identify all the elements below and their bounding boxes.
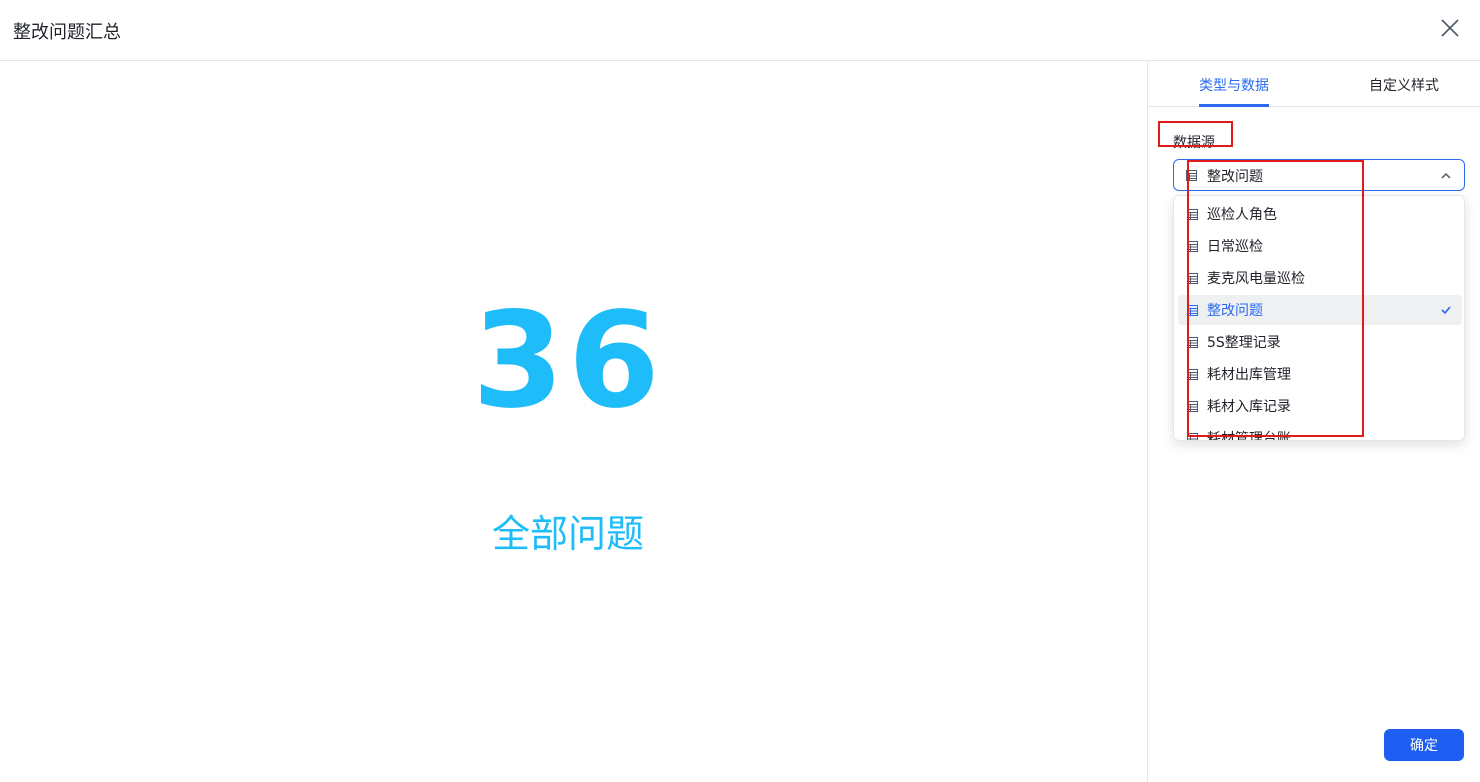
- datasource-option-label: 耗材出库管理: [1207, 367, 1291, 383]
- datasource-option[interactable]: 麦克风电量巡检: [1178, 263, 1462, 293]
- table-icon: [1187, 273, 1198, 284]
- chart-preview: 36 全部问题: [0, 61, 1147, 782]
- metric-caption: 全部问题: [491, 512, 644, 556]
- datasource-option[interactable]: 巡检人角色: [1178, 199, 1462, 229]
- datasource-dropdown: 巡检人角色 日常巡检 麦克风电量巡检 整改问题 5S整理记录 耗材出库管理 耗材…: [1173, 195, 1465, 441]
- check-icon: [1441, 306, 1451, 315]
- datasource-option-selected[interactable]: 整改问题: [1178, 295, 1462, 325]
- datasource-option-label: 麦克风电量巡检: [1207, 271, 1305, 287]
- table-icon: [1187, 337, 1198, 348]
- table-icon: [1187, 369, 1198, 380]
- table-icon: [1187, 209, 1198, 220]
- datasource-option[interactable]: 耗材管理台账: [1178, 423, 1462, 441]
- settings-tabs: 类型与数据 自定义样式: [1148, 61, 1480, 107]
- datasource-option[interactable]: 耗材出库管理: [1178, 359, 1462, 389]
- datasource-label: 数据源: [1173, 135, 1215, 151]
- datasource-option[interactable]: 日常巡检: [1178, 231, 1462, 261]
- dialog-header: 整改问题汇总: [0, 0, 1480, 61]
- datasource-option-label: 耗材入库记录: [1207, 399, 1291, 415]
- active-tab-indicator: [1199, 104, 1269, 107]
- metric-value: 36: [472, 284, 664, 438]
- datasource-option-label: 整改问题: [1207, 303, 1263, 319]
- datasource-option[interactable]: 5S整理记录: [1178, 327, 1462, 357]
- confirm-button[interactable]: 确定: [1384, 729, 1464, 761]
- datasource-option-label: 巡检人角色: [1207, 207, 1277, 223]
- datasource-option-label: 日常巡检: [1207, 239, 1263, 255]
- close-button[interactable]: [1438, 16, 1462, 40]
- datasource-option[interactable]: 耗材入库记录: [1178, 391, 1462, 421]
- table-icon: [1187, 241, 1198, 252]
- table-icon: [1186, 170, 1197, 181]
- table-icon: [1187, 433, 1198, 440]
- table-icon: [1187, 305, 1198, 316]
- chevron-up-icon: [1441, 172, 1451, 179]
- settings-panel: 类型与数据 自定义样式 数据源 整改问题 巡检人角色 日常巡检 麦克风电量巡检: [1147, 61, 1480, 782]
- tab-type-and-data[interactable]: 类型与数据: [1199, 75, 1269, 95]
- dialog-title: 整改问题汇总: [13, 22, 121, 43]
- datasource-select[interactable]: 整改问题: [1173, 159, 1465, 191]
- datasource-option-label: 耗材管理台账: [1207, 431, 1291, 441]
- close-icon: [1441, 19, 1459, 37]
- tab-custom-style[interactable]: 自定义样式: [1369, 75, 1439, 95]
- datasource-selected-value: 整改问题: [1207, 169, 1263, 185]
- datasource-option-label: 5S整理记录: [1207, 335, 1281, 351]
- table-icon: [1187, 401, 1198, 412]
